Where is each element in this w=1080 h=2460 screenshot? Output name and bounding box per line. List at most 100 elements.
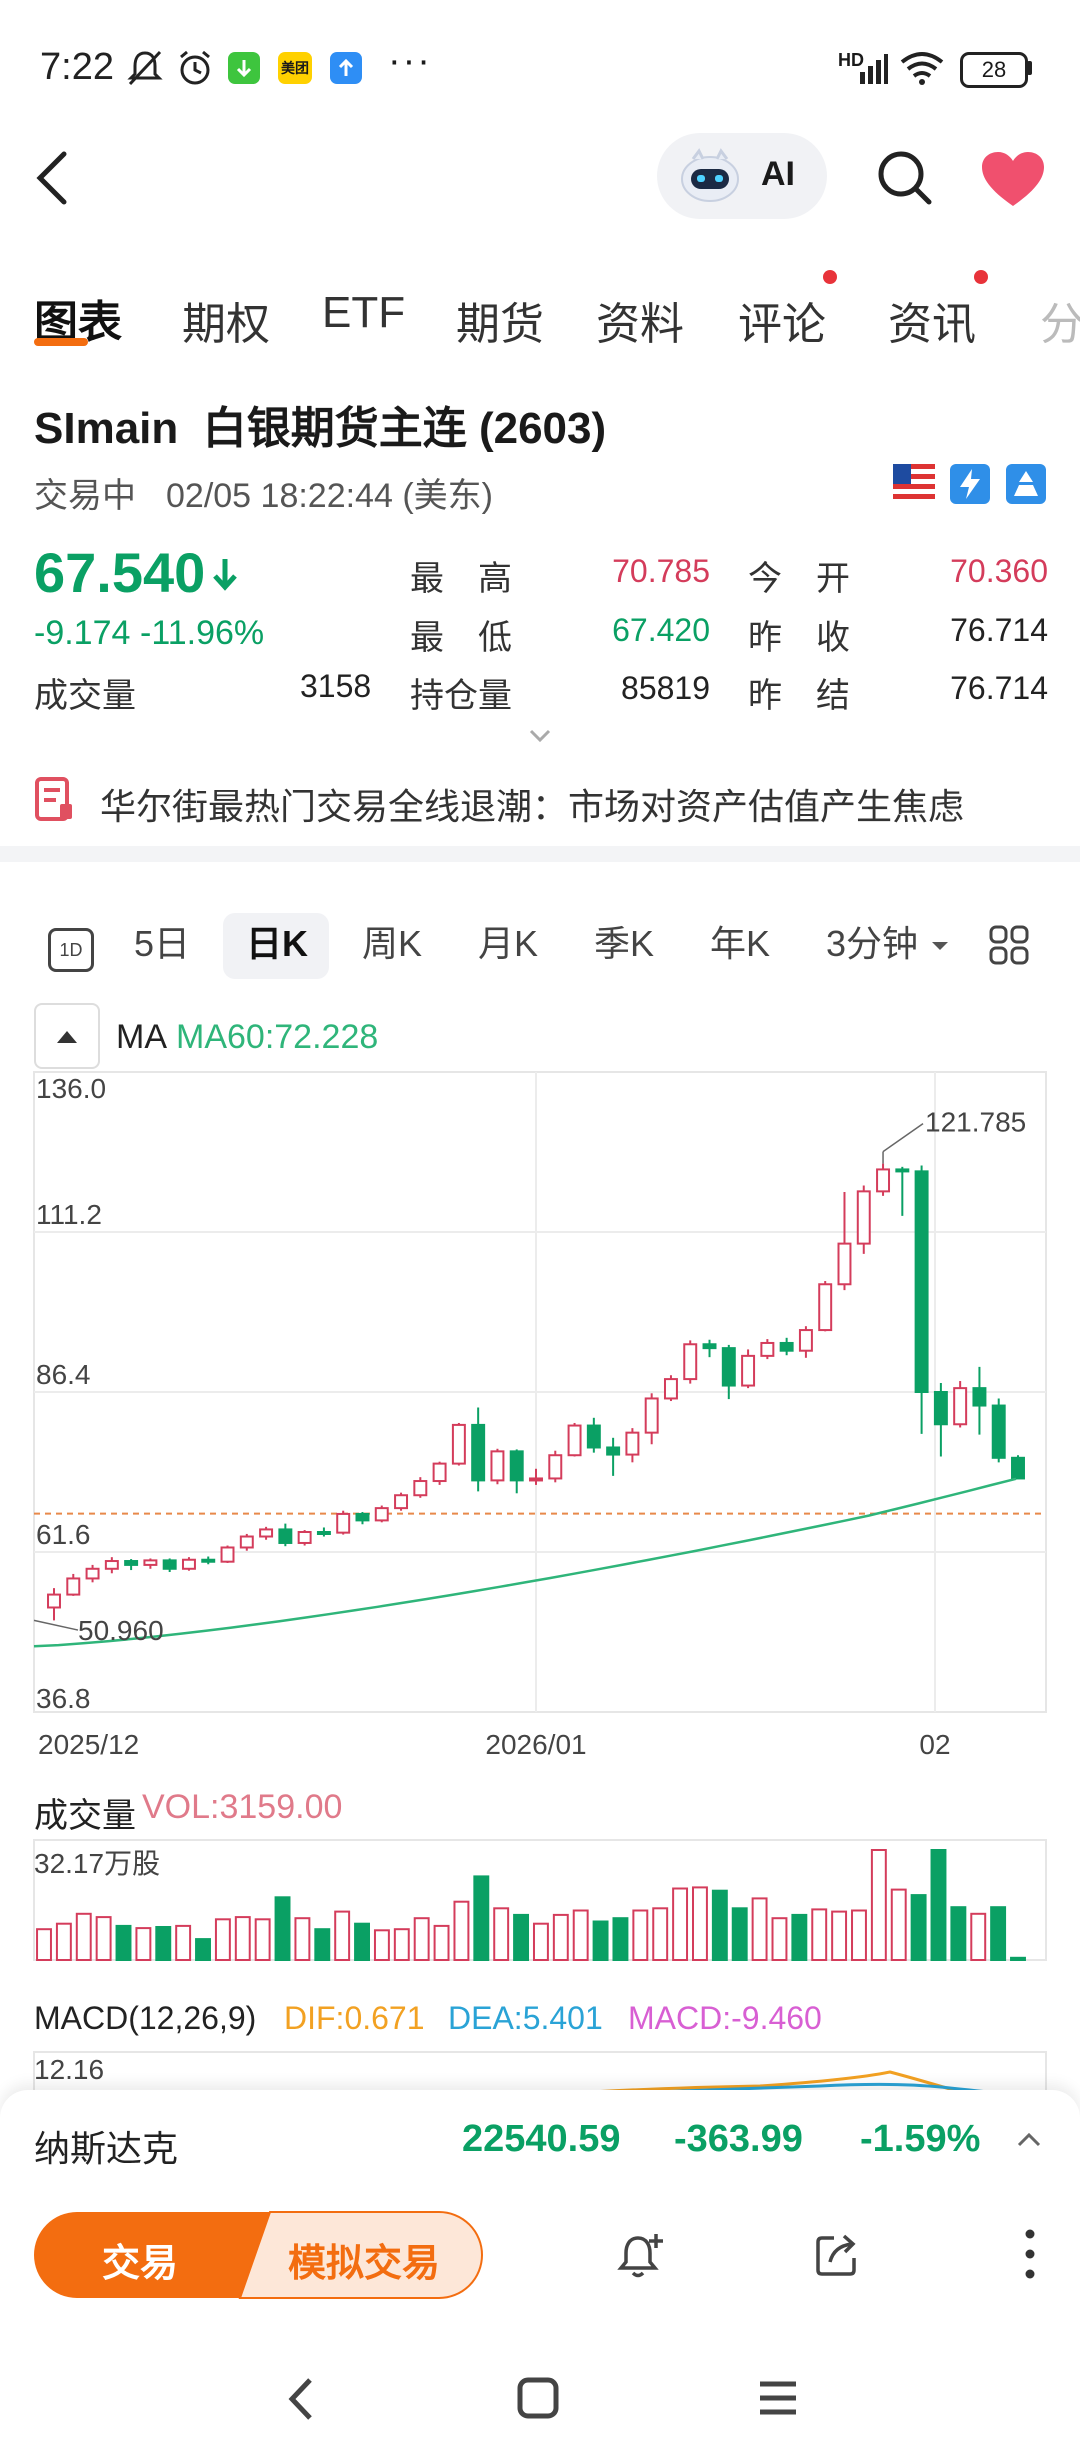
tab-5day[interactable]: 5日	[134, 915, 190, 967]
y-tick-label: 136.0	[36, 1073, 106, 1104]
search-icon[interactable]	[875, 148, 935, 208]
candle-body	[509, 1450, 524, 1482]
dropdown-caret-icon	[932, 942, 948, 950]
volume-bar	[36, 1928, 52, 1961]
candle-body	[856, 1190, 871, 1245]
news-badge-dot	[974, 270, 988, 284]
volume-bar	[354, 1922, 370, 1961]
index-change: -363.99	[674, 2118, 803, 2160]
volume-bar	[493, 1907, 510, 1962]
tab-yearly[interactable]: 年K	[710, 915, 770, 967]
macd-top-value: 12.16	[34, 2054, 105, 2085]
low-value: 67.420	[612, 612, 710, 648]
prev-close-value: 76.714	[950, 612, 1048, 648]
candle-body	[47, 1593, 61, 1609]
y-tick-label: 36.8	[36, 1683, 91, 1714]
macd-dea: DEA:5.401	[448, 2000, 603, 2036]
candle-body	[124, 1560, 139, 1566]
candle-body	[663, 1378, 678, 1400]
favorite-heart-icon[interactable]	[980, 150, 1046, 208]
share-icon[interactable]	[812, 2230, 862, 2280]
volume-bar	[75, 1912, 92, 1962]
candle-body	[471, 1423, 486, 1482]
tab-futures[interactable]: 期货	[456, 288, 544, 352]
candle-body	[721, 1347, 736, 1387]
prev-settle-label: 昨 结	[748, 677, 850, 715]
battery-icon: 28	[960, 52, 1028, 88]
trade-button[interactable]: 交易	[32, 2210, 252, 2300]
volume-bar	[254, 1918, 271, 1962]
price-alert-icon[interactable]	[616, 2230, 668, 2282]
candle-body	[760, 1341, 775, 1357]
volume-bar	[473, 1875, 490, 1961]
trade-button-label: 交易	[102, 2243, 179, 2285]
candle-body	[779, 1341, 794, 1352]
tab-options[interactable]: 期权	[182, 288, 270, 352]
more-options-icon[interactable]	[1020, 2226, 1040, 2282]
volume-bar	[393, 1928, 410, 1961]
lightning-icon	[950, 464, 990, 504]
back-icon[interactable]	[30, 148, 80, 208]
volume-bar	[55, 1922, 72, 1961]
news-banner[interactable]: 华尔街最热门交易全线退潮：市场对资产估值产生焦虑	[0, 760, 1080, 840]
volume-bar	[234, 1916, 251, 1961]
tab-comments[interactable]: 评论	[738, 288, 826, 352]
tab-etf[interactable]: ETF	[322, 288, 405, 338]
candle-body	[586, 1424, 601, 1449]
quote-title: SImain 白银期货主连 (2603)	[34, 404, 607, 453]
tab-daily[interactable]: 日K	[246, 915, 308, 967]
volume-bar	[274, 1896, 291, 1961]
candle-body	[143, 1559, 158, 1566]
volume-bar	[950, 1906, 967, 1961]
interval-dropdown[interactable]: 3分钟	[826, 915, 918, 967]
volume-bar	[453, 1900, 470, 1961]
ai-label: AI	[761, 155, 795, 193]
level-icon	[1006, 464, 1046, 504]
index-ticker-bar[interactable]: 纳斯达克 22540.59 -363.99 -1.59%	[0, 2090, 1080, 2190]
price-change: -9.174	[34, 614, 131, 652]
volume-bar	[433, 1924, 450, 1961]
volume-bar	[175, 1924, 192, 1961]
expand-up-chevron-icon[interactable]	[1016, 2130, 1042, 2148]
candle-body	[933, 1391, 948, 1426]
candle-body	[876, 1168, 891, 1193]
macd-value: MACD:-9.460	[628, 2000, 822, 2036]
system-back-icon[interactable]	[282, 2374, 318, 2424]
mute-bell-icon	[127, 50, 163, 86]
candle-body	[181, 1558, 196, 1570]
intraday-1d-button[interactable]: 1D	[48, 928, 94, 972]
quote-datetime: 02/05 18:22:44 (美东)	[166, 477, 493, 515]
tab-weekly[interactable]: 周K	[362, 915, 422, 967]
candle-body	[683, 1343, 698, 1381]
expand-chevron-icon[interactable]	[528, 728, 552, 744]
system-recents-icon[interactable]	[756, 2378, 800, 2418]
high-annotation-leader	[882, 1122, 924, 1153]
tab-news[interactable]: 资讯	[888, 288, 976, 352]
candle-body	[201, 1558, 216, 1563]
grid-layout-icon[interactable]	[988, 924, 1030, 966]
tab-quarterly[interactable]: 季K	[594, 915, 654, 967]
system-home-icon[interactable]	[516, 2376, 560, 2420]
tab-monthly[interactable]: 月K	[478, 915, 538, 967]
y-tick-label: 86.4	[36, 1359, 91, 1390]
volume-bar	[334, 1910, 351, 1961]
candle-body	[220, 1546, 235, 1563]
high-label: 最 高	[410, 560, 512, 598]
sim-trade-button[interactable]: 模拟交易	[252, 2210, 480, 2300]
volume-bar	[115, 1924, 132, 1961]
tab-profile[interactable]: 资料	[596, 288, 684, 352]
candlestick-chart[interactable]: 136.0 111.2 86.4 61.6 36.8 2025/12 2026/01 02 12…	[0, 1060, 1080, 1760]
ai-assistant-button[interactable]: AI	[657, 133, 827, 219]
volume-max-label: 32.17万股	[34, 1848, 161, 1879]
intraday-1d-label: 1D	[59, 940, 83, 960]
low-annotation-leader	[33, 1619, 79, 1631]
candle-body	[336, 1512, 351, 1534]
tab-more[interactable]: 分	[1040, 288, 1080, 352]
ma60-line	[33, 1477, 1017, 1648]
system-nav-bar	[0, 2330, 1080, 2460]
candle-body	[316, 1531, 331, 1535]
candle-body	[85, 1567, 100, 1580]
candle-body	[278, 1528, 293, 1544]
volume-bar	[910, 1894, 927, 1961]
candle-body	[355, 1512, 370, 1522]
